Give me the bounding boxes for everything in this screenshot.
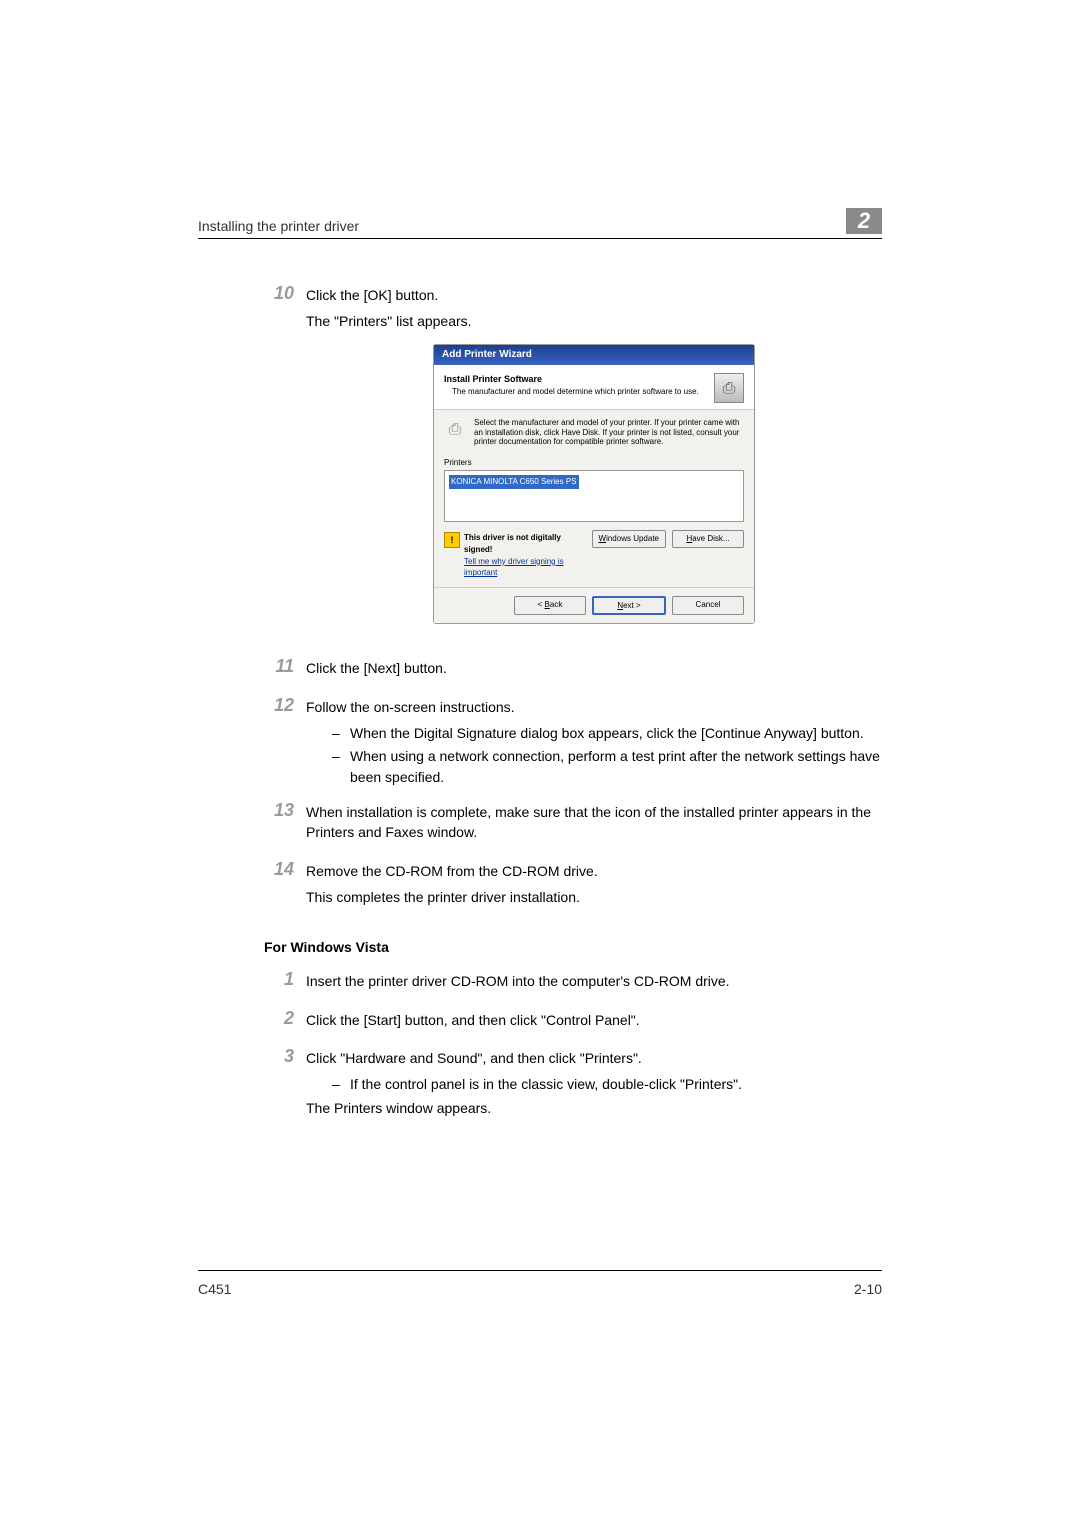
vista-step-2: 2 Click the [Start] button, and then cli… [264, 1010, 882, 1036]
page-header: Installing the printer driver 2 [198, 208, 882, 239]
section-heading: For Windows Vista [264, 937, 882, 957]
step-text: When installation is complete, make sure… [306, 802, 882, 843]
step-number: 14 [264, 859, 306, 914]
cancel-button[interactable]: Cancel [672, 596, 744, 616]
add-printer-wizard-dialog: Add Printer Wizard Install Printer Softw… [433, 344, 755, 625]
dialog-heading: Install Printer Software [444, 373, 714, 386]
chapter-badge: 2 [846, 208, 882, 234]
step-14: 14 Remove the CD-ROM from the CD-ROM dri… [264, 861, 882, 914]
step-number: 12 [264, 695, 306, 790]
dialog-title: Add Printer Wizard [434, 345, 754, 366]
step-text: The "Printers" list appears. [306, 311, 882, 331]
step-text: This completes the printer driver instal… [306, 887, 882, 907]
have-disk-button[interactable]: Have Disk... [672, 530, 744, 548]
windows-update-button[interactable]: Windows Update [592, 530, 666, 548]
step-text: The Printers window appears. [306, 1098, 882, 1118]
header-title: Installing the printer driver [198, 218, 846, 234]
step-12: 12 Follow the on-screen instructions. –W… [264, 697, 882, 790]
printers-listbox[interactable]: KONICA MINOLTA C650 Series PS [444, 470, 744, 522]
dash-icon: – [332, 723, 350, 743]
chapter-number: 2 [858, 208, 870, 234]
dialog-subheading: The manufacturer and model determine whi… [444, 386, 714, 398]
step-number: 11 [264, 656, 306, 684]
step-10: 10 Click the [OK] button. The "Printers"… [264, 285, 882, 646]
dash-icon: – [332, 1074, 350, 1094]
step-text: Click "Hardware and Sound", and then cli… [306, 1048, 882, 1068]
warning-icon: ! [444, 532, 460, 548]
step-11: 11 Click the [Next] button. [264, 658, 882, 684]
printers-label: Printers [444, 457, 744, 469]
step-number: 13 [264, 800, 306, 849]
step-text: Click the [Start] button, and then click… [306, 1010, 882, 1030]
step-13: 13 When installation is complete, make s… [264, 802, 882, 849]
sub-text: When the Digital Signature dialog box ap… [350, 723, 882, 743]
sub-text: If the control panel is in the classic v… [350, 1074, 882, 1094]
driver-signing-link[interactable]: Tell me why driver signing is important [464, 556, 588, 579]
page-footer: C451 2-10 [198, 1270, 882, 1297]
step-number: 3 [264, 1046, 306, 1124]
step-text: Click the [OK] button. [306, 285, 882, 305]
footer-right: 2-10 [854, 1281, 882, 1297]
back-button[interactable]: < Back [514, 596, 586, 616]
sub-item: –When using a network connection, perfor… [332, 746, 882, 787]
step-number: 2 [264, 1008, 306, 1036]
sub-item: –If the control panel is in the classic … [332, 1074, 882, 1094]
footer-left: C451 [198, 1281, 231, 1297]
step-text: Click the [Next] button. [306, 658, 882, 678]
dialog-info-text: Select the manufacturer and model of you… [474, 418, 744, 447]
step-text: Insert the printer driver CD-ROM into th… [306, 971, 882, 991]
warning-text: This driver is not digitally signed! [464, 532, 588, 555]
sub-item: –When the Digital Signature dialog box a… [332, 723, 882, 743]
printer-small-icon: ⎙ [444, 418, 466, 440]
vista-step-3: 3 Click "Hardware and Sound", and then c… [264, 1048, 882, 1124]
dash-icon: – [332, 746, 350, 787]
step-number: 1 [264, 969, 306, 997]
step-text: Remove the CD-ROM from the CD-ROM drive. [306, 861, 882, 881]
sub-text: When using a network connection, perform… [350, 746, 882, 787]
step-text: Follow the on-screen instructions. [306, 697, 882, 717]
next-button[interactable]: Next > [592, 596, 666, 616]
step-number: 10 [264, 283, 306, 646]
printers-item[interactable]: KONICA MINOLTA C650 Series PS [449, 475, 579, 489]
printer-icon: ⎙ [714, 373, 744, 403]
vista-step-1: 1 Insert the printer driver CD-ROM into … [264, 971, 882, 997]
